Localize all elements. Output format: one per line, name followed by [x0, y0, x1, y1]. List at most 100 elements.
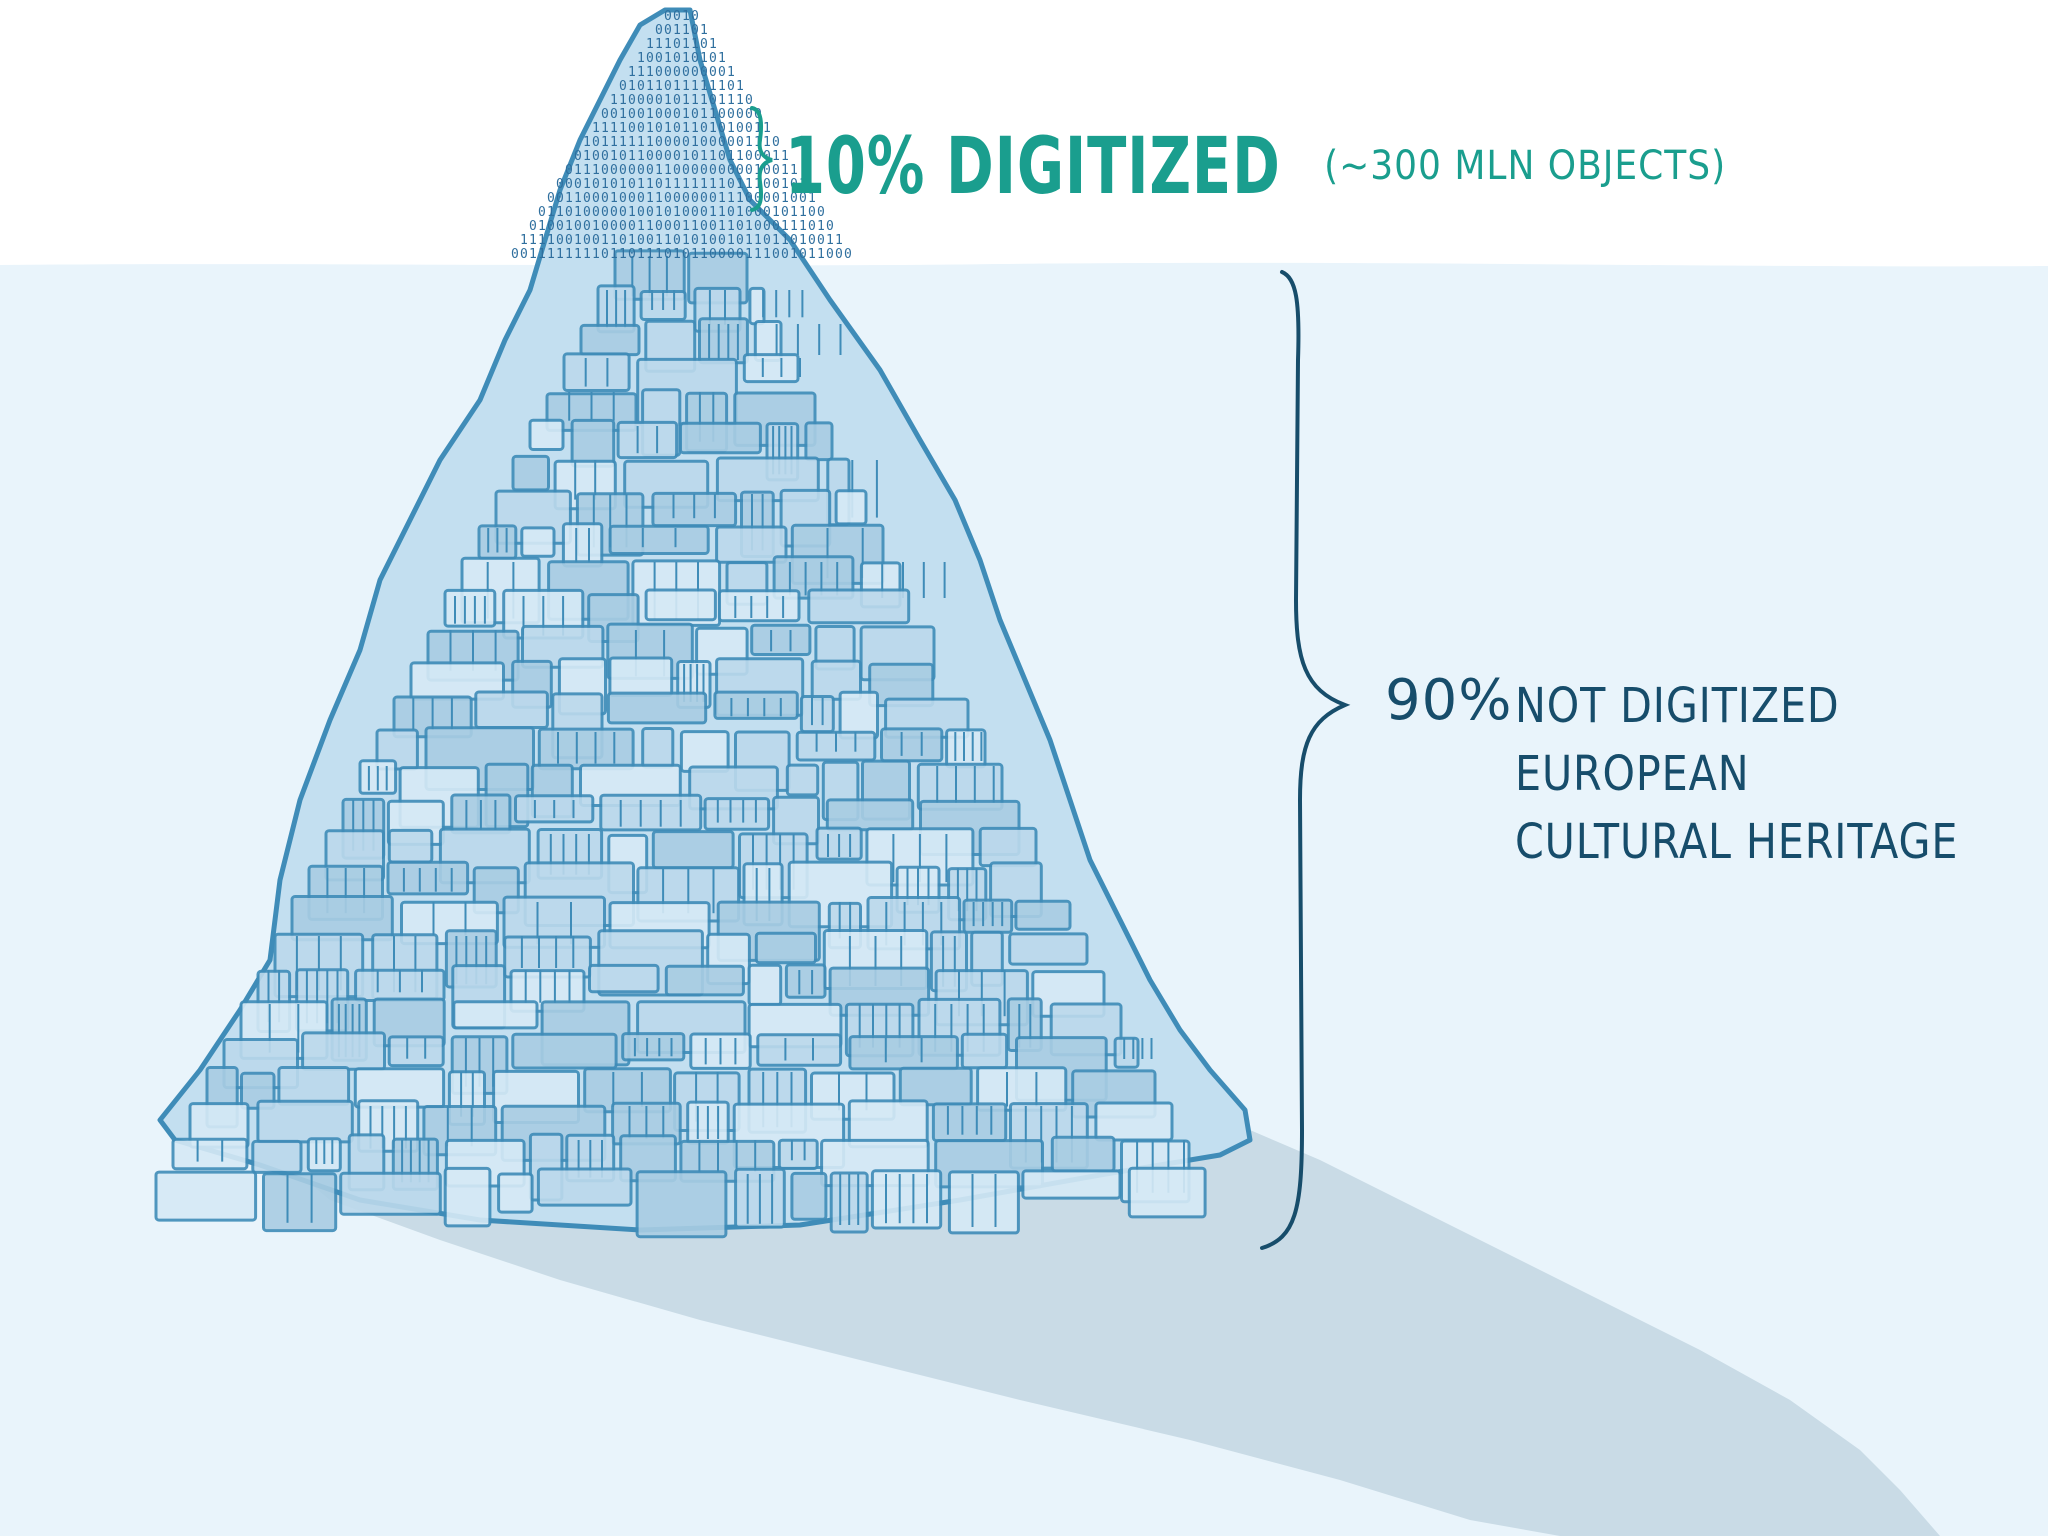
- binary-digit: 1: [754, 233, 762, 248]
- binary-digit: 0: [601, 191, 609, 206]
- binary-digit: 0: [619, 219, 627, 234]
- binary-digit: 1: [727, 93, 735, 108]
- binary-digit: 0: [655, 51, 663, 66]
- binary-digit: 0: [772, 177, 780, 192]
- binary-digit: 0: [664, 205, 672, 220]
- binary-digit: 0: [763, 233, 771, 248]
- binary-digit: 0: [673, 149, 681, 164]
- binary-digit: 0: [601, 247, 609, 262]
- digitized-percent-text: 10% DIGITIZED: [785, 122, 1281, 212]
- binary-digit: 0: [628, 93, 636, 108]
- binary-digit: 1: [718, 191, 726, 206]
- brick: [960, 1032, 1009, 1070]
- binary-digit: 1: [673, 247, 681, 262]
- binary-digit: 1: [628, 149, 636, 164]
- binary-digit: 0: [565, 177, 573, 192]
- binary-digit: 1: [646, 177, 654, 192]
- binary-digit: 0: [718, 107, 726, 122]
- binary-digit: 0: [709, 247, 717, 262]
- binary-digit: 0: [718, 149, 726, 164]
- binary-digit: 0: [601, 107, 609, 122]
- binary-digit: 0: [709, 135, 717, 150]
- binary-digit: 0: [601, 149, 609, 164]
- binary-digit: 0: [529, 219, 537, 234]
- binary-digit: 0: [709, 51, 717, 66]
- binary-digit: 1: [727, 233, 735, 248]
- binary-digit: 0: [664, 79, 672, 94]
- binary-digit: 0: [655, 23, 663, 38]
- binary-digit: 1: [718, 219, 726, 234]
- binary-digit: 1: [745, 177, 753, 192]
- binary-digit: 0: [763, 191, 771, 206]
- binary-digit: 0: [736, 219, 744, 234]
- binary-digit: 0: [673, 219, 681, 234]
- binary-digit: 1: [700, 177, 708, 192]
- binary-digit: 0: [763, 219, 771, 234]
- binary-digit: 0: [790, 233, 798, 248]
- brick: [277, 1066, 351, 1106]
- binary-digit: 1: [592, 247, 600, 262]
- binary-digit: 1: [547, 233, 555, 248]
- brick: [644, 588, 717, 622]
- brick: [799, 695, 835, 734]
- binary-digit: 0: [673, 51, 681, 66]
- binary-digit: 0: [601, 205, 609, 220]
- binary-digit: 0: [673, 65, 681, 80]
- brick: [635, 1170, 728, 1239]
- binary-digit: 0: [673, 191, 681, 206]
- brick: [962, 898, 1014, 934]
- brick: [679, 421, 762, 455]
- binary-digit: 0: [664, 149, 672, 164]
- binary-digit: 1: [574, 233, 582, 248]
- binary-digit: 1: [709, 177, 717, 192]
- binary-digit: 1: [529, 233, 537, 248]
- binary-digit: 0: [718, 163, 726, 178]
- binary-digit: 1: [790, 247, 798, 262]
- binary-digit: 0: [691, 163, 699, 178]
- binary-digit: 1: [673, 23, 681, 38]
- binary-digit: 1: [601, 177, 609, 192]
- binary-digit: 0: [700, 135, 708, 150]
- binary-digit: 0: [511, 247, 519, 262]
- binary-digit: 1: [547, 247, 555, 262]
- binary-digit: 0: [772, 163, 780, 178]
- binary-digit: 1: [646, 79, 654, 94]
- binary-digit: 1: [700, 149, 708, 164]
- binary-digit: 1: [799, 219, 807, 234]
- binary-digit: 0: [700, 219, 708, 234]
- binary-digit: 1: [538, 233, 546, 248]
- binary-digit: 0: [718, 247, 726, 262]
- brick: [536, 1167, 633, 1207]
- not-digitized-line-3: CULTURAL HERITAGE: [1515, 814, 1959, 870]
- binary-digit: 0: [718, 233, 726, 248]
- brick: [1050, 1135, 1116, 1173]
- binary-digit: 1: [655, 37, 663, 52]
- binary-digit: 1: [655, 191, 663, 206]
- binary-digit: 0: [637, 205, 645, 220]
- binary-digit: 0: [574, 149, 582, 164]
- brick: [511, 1032, 618, 1070]
- binary-digit: 0: [682, 65, 690, 80]
- binary-digit: 1: [646, 37, 654, 52]
- binary-digit: 0: [583, 233, 591, 248]
- binary-digit: 0: [610, 205, 618, 220]
- binary-digit: 1: [700, 107, 708, 122]
- binary-digit: 0: [637, 121, 645, 136]
- digitized-detail-text: (~300 MLN OBJECTS): [1324, 143, 1727, 189]
- binary-digit: 1: [709, 205, 717, 220]
- binary-digit: 1: [700, 51, 708, 66]
- brick: [537, 727, 635, 771]
- brick: [756, 1033, 843, 1067]
- binary-digit: 1: [646, 219, 654, 234]
- brick: [443, 588, 497, 628]
- binary-digit: 0: [718, 121, 726, 136]
- binary-digit: 0: [619, 205, 627, 220]
- binary-digit: 1: [691, 135, 699, 150]
- binary-digit: 1: [538, 219, 546, 234]
- brick: [947, 1170, 1020, 1235]
- binary-digit: 1: [682, 9, 690, 24]
- binary-digit: 1: [781, 233, 789, 248]
- binary-digit: 1: [709, 121, 717, 136]
- binary-digit: 1: [727, 65, 735, 80]
- brick: [834, 489, 868, 526]
